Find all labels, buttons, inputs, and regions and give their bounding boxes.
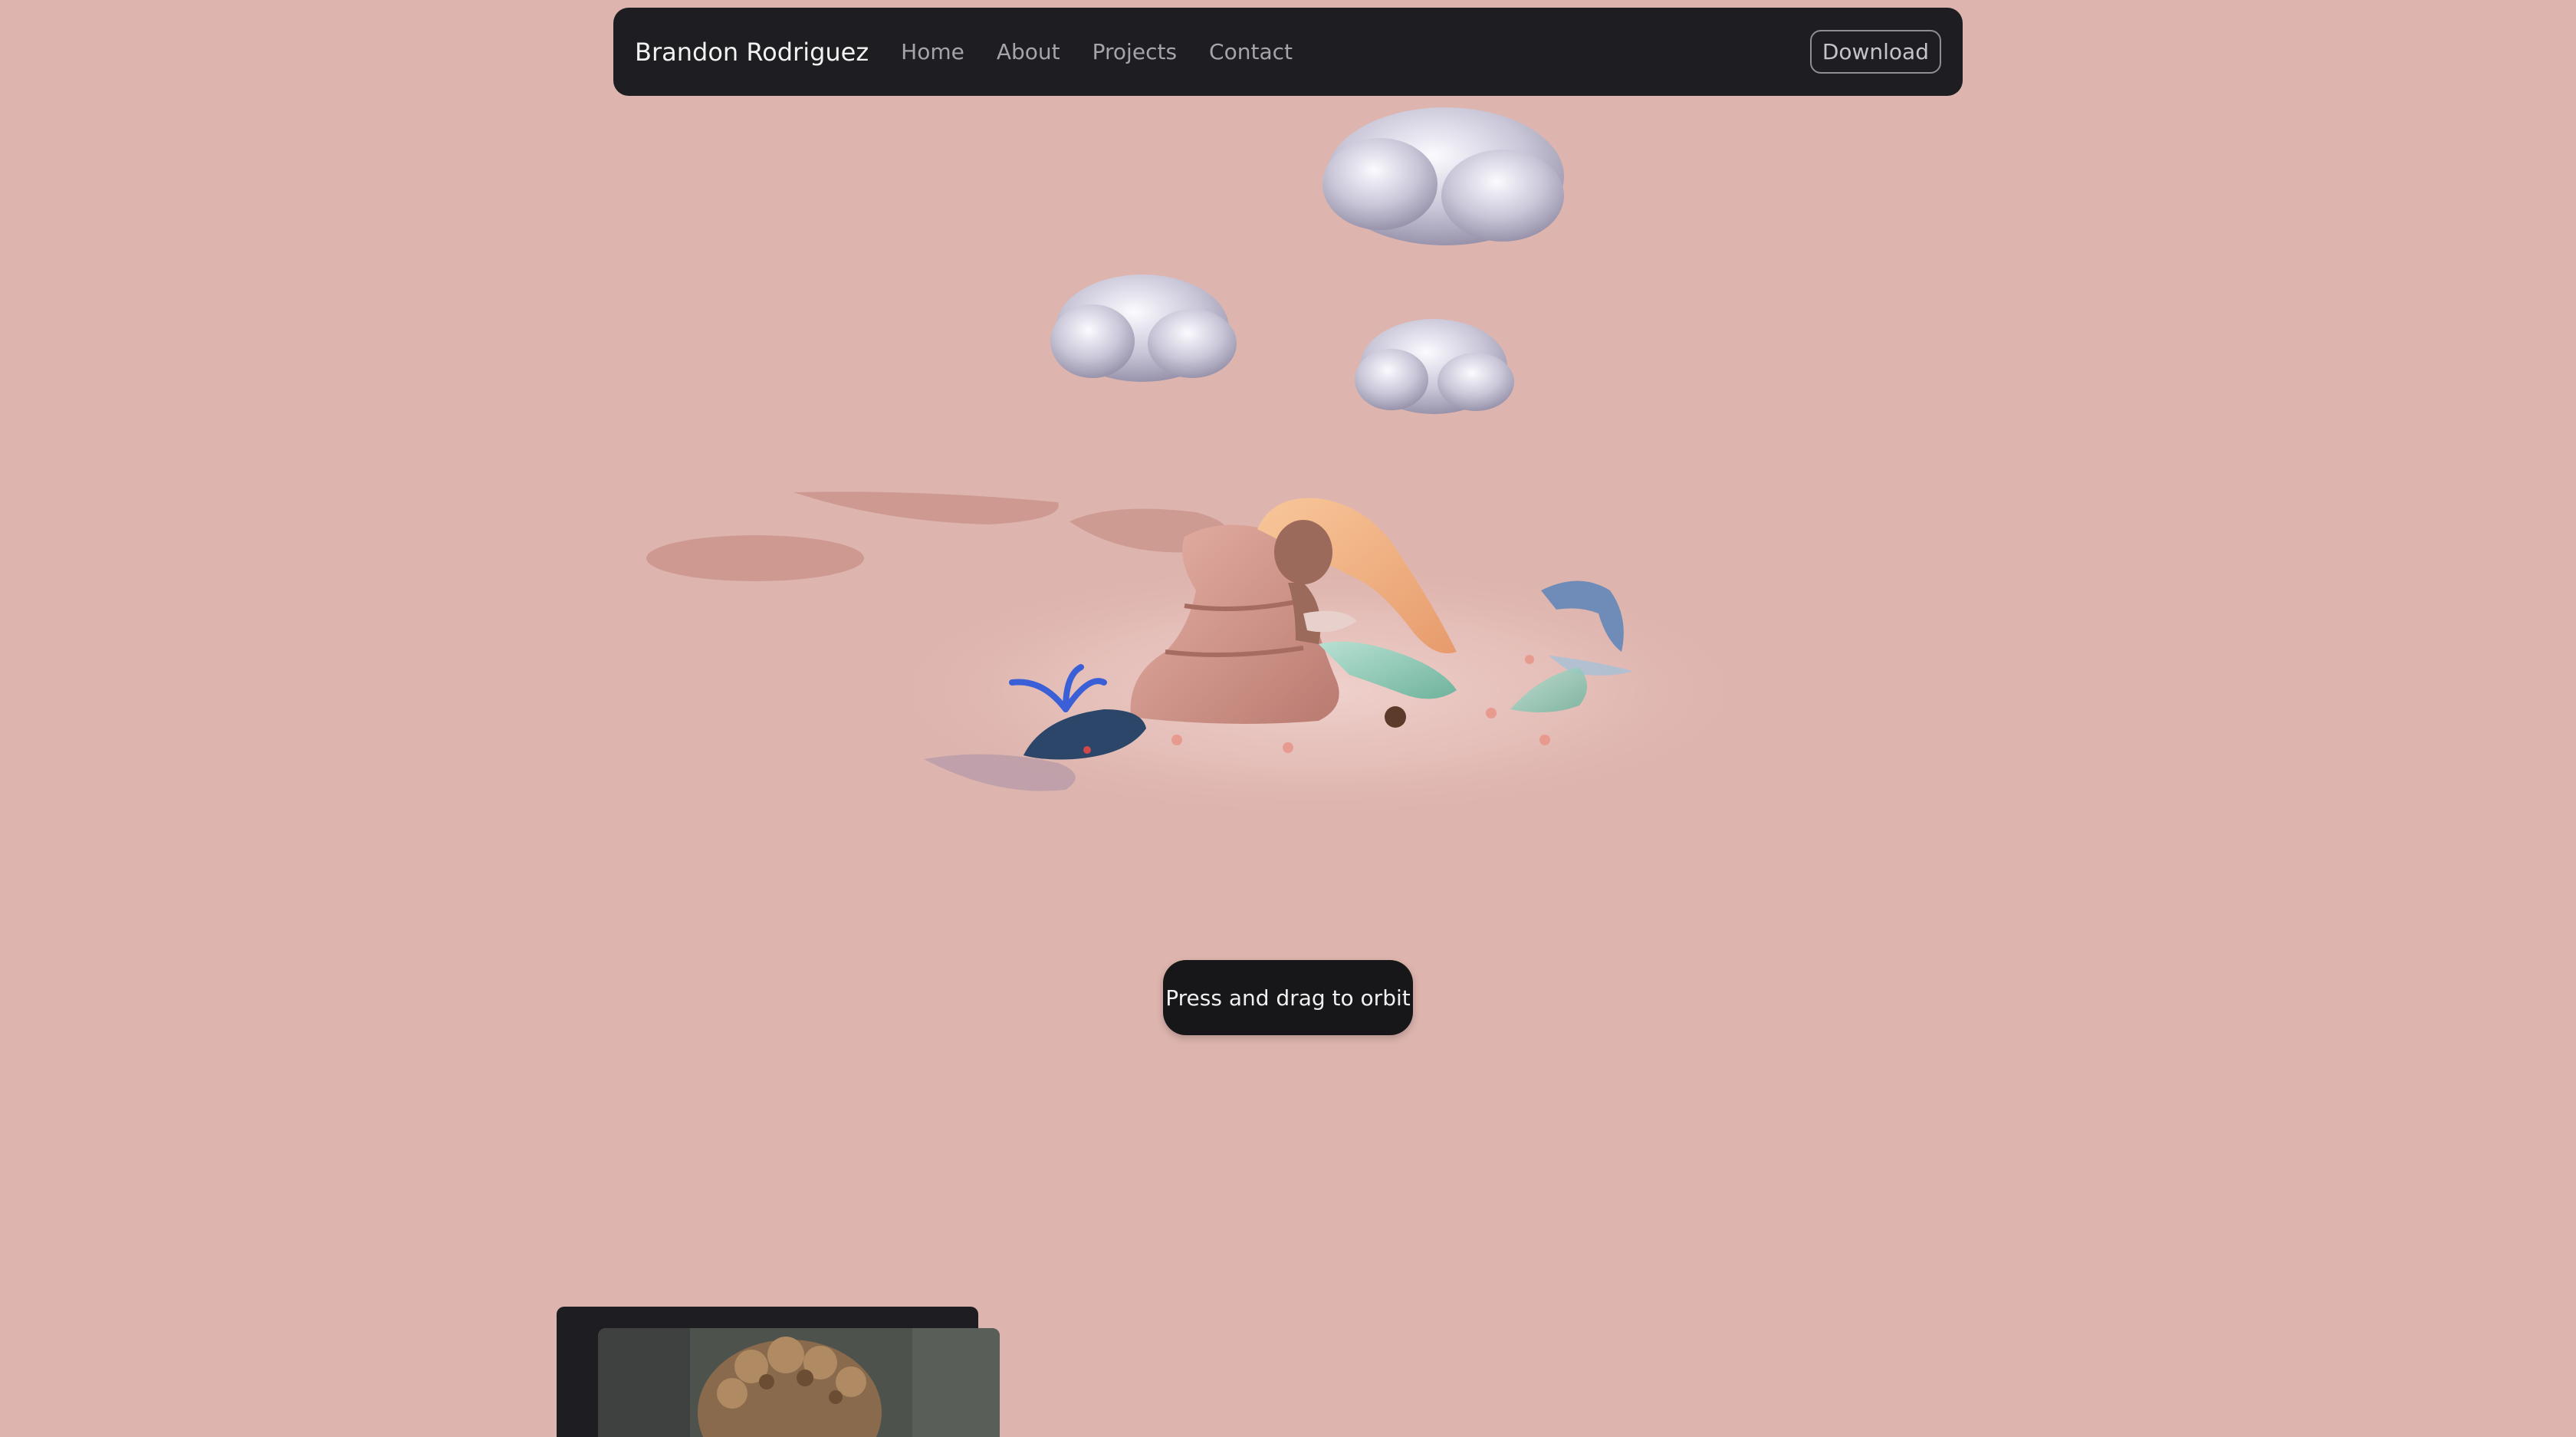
3d-scene-canvas[interactable] <box>0 0 2576 1437</box>
site-brand[interactable]: Brandon Rodriguez <box>635 38 869 67</box>
nav-link-home[interactable]: Home <box>901 39 964 64</box>
turtle <box>1385 706 1406 728</box>
cloud-small <box>1355 319 1514 414</box>
orbit-hint-text: Press and drag to orbit <box>1165 985 1411 1011</box>
profile-photo <box>598 1328 1000 1437</box>
top-navbar: Brandon Rodriguez Home About Projects Co… <box>613 8 1963 96</box>
nav-links: Home About Projects Contact <box>901 39 1293 64</box>
cloud-shadow <box>646 535 864 581</box>
nav-link-projects[interactable]: Projects <box>1092 39 1177 64</box>
cloud-medium <box>1050 275 1237 382</box>
download-button[interactable]: Download <box>1809 30 1941 74</box>
profile-photo-image <box>598 1328 1000 1437</box>
nav-link-about[interactable]: About <box>997 39 1060 64</box>
page: Brandon Rodriguez Home About Projects Co… <box>0 0 2576 1437</box>
cloud-shadow <box>794 492 1059 524</box>
nav-link-contact[interactable]: Contact <box>1209 39 1293 64</box>
cloud-large <box>1322 107 1564 245</box>
orbit-hint-pill: Press and drag to orbit <box>1163 960 1413 1035</box>
